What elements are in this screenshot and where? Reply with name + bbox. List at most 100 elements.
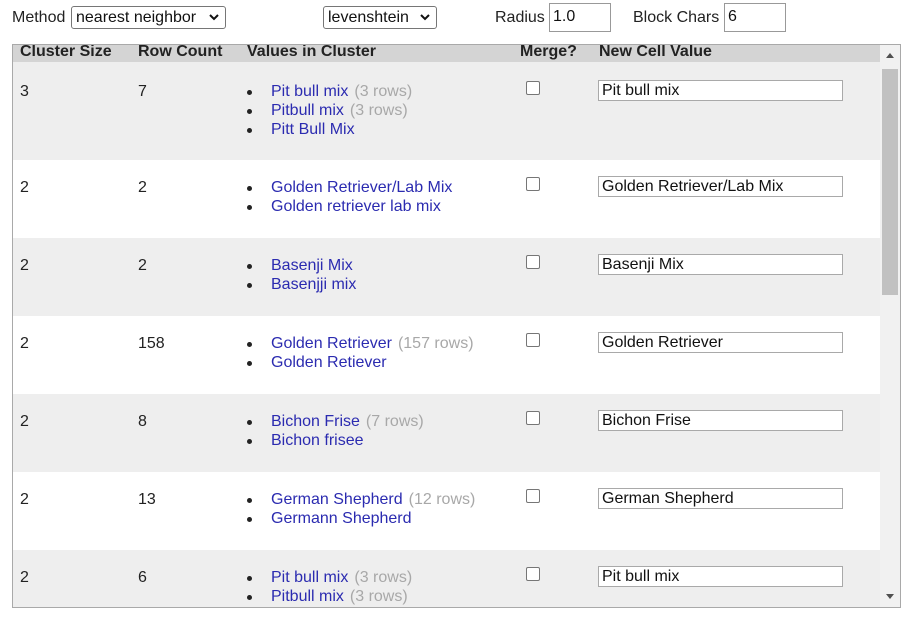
cluster-values-list: German Shepherd (12 rows) Germann Shepher…: [247, 490, 475, 528]
bullet-icon: [247, 576, 252, 581]
merge-checkbox[interactable]: [526, 333, 540, 347]
cluster-value-link[interactable]: Pit bull mix: [271, 569, 348, 586]
list-item: Pit bull mix (3 rows): [247, 82, 412, 101]
cluster-value-link[interactable]: Pitbull mix: [271, 102, 344, 119]
merge-checkbox[interactable]: [526, 489, 540, 503]
new-cell-value-input[interactable]: Basenji Mix: [598, 254, 843, 275]
method-select-value: nearest neighbor: [76, 9, 197, 26]
merge-checkbox[interactable]: [526, 81, 540, 95]
bullet-icon: [247, 186, 252, 191]
cluster-size-cell: 2: [20, 335, 29, 352]
cluster-size-cell: 2: [20, 569, 29, 586]
method-select[interactable]: nearest neighbor: [71, 6, 226, 29]
value-row-count: (3 rows): [349, 588, 408, 605]
bullet-icon: [247, 420, 252, 425]
bullet-icon: [247, 205, 252, 210]
cluster-size-cell: 3: [20, 83, 29, 100]
table-row: 2 13 German Shepherd (12 rows) Germann Sh…: [13, 472, 880, 550]
block-chars-input[interactable]: 6: [724, 3, 786, 32]
row-count-cell: 6: [138, 569, 147, 586]
cluster-value-link[interactable]: Bichon frisee: [271, 432, 364, 449]
cluster-size-cell: 2: [20, 257, 29, 274]
table-row: 2 158 Golden Retriever (157 rows) Golden …: [13, 316, 880, 394]
cluster-values-list: Pit bull mix (3 rows) Pitbull mix (3 rows)…: [247, 82, 412, 139]
new-cell-value-input[interactable]: Pit bull mix: [598, 80, 843, 101]
block-chars-label: Block Chars: [633, 9, 720, 26]
list-item: Bichon frisee: [247, 431, 424, 450]
cluster-values-list: Golden Retriever/Lab Mix Golden retrieve…: [247, 178, 458, 216]
cluster-value-link[interactable]: Basenjji mix: [271, 276, 356, 293]
bullet-icon: [247, 517, 252, 522]
header-merge: Merge?: [520, 44, 577, 60]
bullet-icon: [247, 439, 252, 444]
new-cell-value-input[interactable]: German Shepherd: [598, 488, 843, 509]
list-item: Germann Shepherd: [247, 509, 475, 528]
cluster-value-link[interactable]: Pitbull mix: [271, 588, 344, 605]
method-label: Method: [12, 9, 66, 26]
value-row-count: (12 rows): [408, 491, 476, 508]
list-item: Pitbull mix (3 rows): [247, 587, 412, 606]
merge-checkbox[interactable]: [526, 567, 540, 581]
cluster-value-link[interactable]: Bichon Frise: [271, 413, 360, 430]
chevron-down-icon: [420, 14, 430, 21]
list-item: Basenjji mix: [247, 275, 362, 294]
cluster-size-cell: 2: [20, 413, 29, 430]
value-row-count: (3 rows): [354, 83, 413, 100]
table-row: 2 6 Pit bull mix (3 rows) Pitbull mix (3 r…: [13, 550, 880, 607]
table-row: 2 8 Bichon Frise (7 rows) Bichon frisee B…: [13, 394, 880, 472]
distance-function-select[interactable]: levenshtein: [323, 6, 437, 29]
new-cell-value-input[interactable]: Golden Retriever: [598, 332, 843, 353]
new-cell-value-input[interactable]: Pit bull mix: [598, 566, 843, 587]
list-item: Pitt Bull Mix: [247, 120, 412, 139]
bullet-icon: [247, 498, 252, 503]
triangle-down-icon[interactable]: [880, 588, 900, 605]
cluster-value-link[interactable]: Golden Retriever/Lab Mix: [271, 179, 452, 196]
bullet-icon: [247, 595, 252, 600]
list-item: Basenji Mix: [247, 256, 362, 275]
cluster-value-link[interactable]: Germann Shepherd: [271, 510, 412, 527]
cluster-value-link[interactable]: German Shepherd: [271, 491, 403, 508]
radius-label: Radius: [495, 9, 545, 26]
row-count-cell: 2: [138, 257, 147, 274]
clusters-table-panel[interactable]: Cluster Size Row Count Values in Cluster…: [12, 44, 901, 608]
list-item: Golden Retiever: [247, 353, 474, 372]
bullet-icon: [247, 283, 252, 288]
list-item: Pit bull mix (3 rows): [247, 568, 412, 587]
cluster-value-link[interactable]: Pit bull mix: [271, 83, 348, 100]
row-count-cell: 7: [138, 83, 147, 100]
cluster-rows: 3 7 Pit bull mix (3 rows) Pitbull mix (3 r…: [13, 62, 880, 607]
cluster-values-list: Golden Retriever (157 rows) Golden Retiev…: [247, 334, 474, 372]
scrollbar-thumb[interactable]: [882, 69, 898, 295]
bullet-icon: [247, 90, 252, 95]
cluster-values-list: Pit bull mix (3 rows) Pitbull mix (3 rows): [247, 568, 412, 606]
radius-input[interactable]: 1.0: [549, 3, 611, 32]
header-new-cell-value: New Cell Value: [599, 44, 712, 60]
value-row-count: (3 rows): [349, 102, 408, 119]
chevron-down-icon: [209, 14, 219, 21]
cluster-values-list: Bichon Frise (7 rows) Bichon frisee: [247, 412, 424, 450]
value-row-count: (7 rows): [365, 413, 424, 430]
row-count-cell: 2: [138, 179, 147, 196]
cluster-value-link[interactable]: Basenji Mix: [271, 257, 353, 274]
bullet-icon: [247, 361, 252, 366]
new-cell-value-input[interactable]: Bichon Frise: [598, 410, 843, 431]
merge-checkbox[interactable]: [526, 177, 540, 191]
table-row: 3 7 Pit bull mix (3 rows) Pitbull mix (3 r…: [13, 62, 880, 160]
merge-checkbox[interactable]: [526, 411, 540, 425]
header-cluster-size: Cluster Size: [20, 44, 112, 60]
bullet-icon: [247, 109, 252, 114]
table-row: 2 2 Golden Retriever/Lab Mix Golden retr…: [13, 160, 880, 238]
row-count-cell: 8: [138, 413, 147, 430]
merge-checkbox[interactable]: [526, 255, 540, 269]
cluster-value-link[interactable]: Golden retriever lab mix: [271, 198, 441, 215]
bullet-icon: [247, 128, 252, 133]
vertical-scrollbar[interactable]: [880, 45, 900, 607]
cluster-values-list: Basenji Mix Basenjji mix: [247, 256, 362, 294]
cluster-value-link[interactable]: Golden Retiever: [271, 354, 387, 371]
list-item: Bichon Frise (7 rows): [247, 412, 424, 431]
new-cell-value-input[interactable]: Golden Retriever/Lab Mix: [598, 176, 843, 197]
triangle-up-icon[interactable]: [880, 47, 900, 64]
cluster-value-link[interactable]: Golden Retriever: [271, 335, 392, 352]
distance-select-value: levenshtein: [328, 9, 409, 26]
cluster-value-link[interactable]: Pitt Bull Mix: [271, 121, 355, 138]
